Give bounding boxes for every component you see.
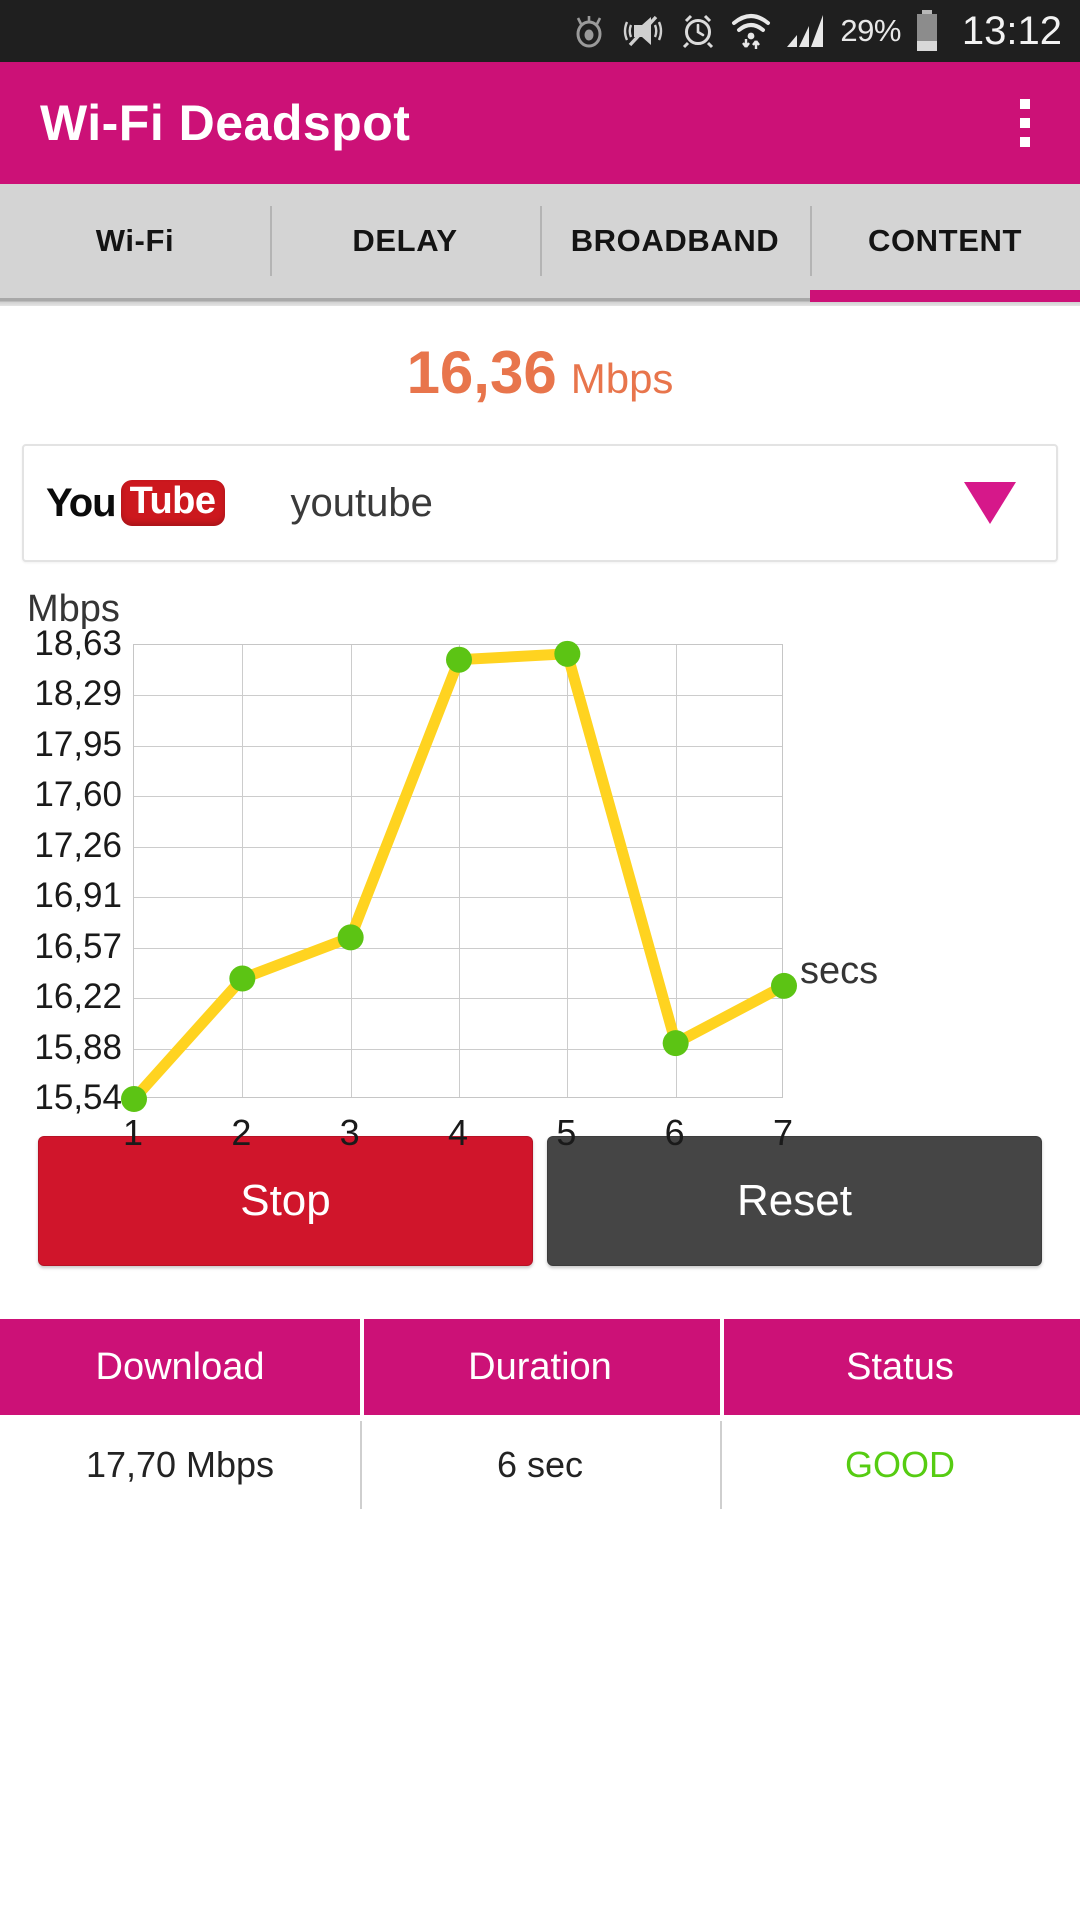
current-speed-readout: 16,36 Mbps [0, 338, 1080, 407]
chart-y-tick-label: 16,91 [34, 876, 122, 916]
app-title: Wi-Fi Deadspot [40, 95, 411, 151]
chart-data-point [121, 1086, 147, 1112]
chevron-down-icon[interactable] [964, 482, 1016, 524]
tab-label: DELAY [352, 223, 458, 258]
battery-icon [916, 10, 937, 51]
chart-y-tick-label: 15,88 [34, 1027, 122, 1067]
chart-data-point [554, 640, 581, 667]
stop-button[interactable]: Stop [38, 1136, 533, 1266]
column-header-download: Download [95, 1345, 265, 1388]
chart-y-tick-label: 15,54 [34, 1078, 122, 1117]
tab-broadband[interactable]: BROADBAND [540, 184, 810, 298]
chart-x-tick-label: 3 [339, 1112, 360, 1153]
chart-x-tick-label: 7 [772, 1112, 794, 1153]
speed-unit: Mbps [570, 355, 674, 402]
chart-x-tick-label: 5 [556, 1112, 577, 1153]
chart-y-tick-label: 17,26 [34, 825, 122, 865]
tab-wifi[interactable]: Wi-Fi [0, 184, 270, 298]
alarm-clock-icon [683, 14, 714, 49]
eye-icon [576, 16, 602, 48]
status-bar: 29% 13:12 [0, 0, 1080, 62]
content-source-selector[interactable]: You Tube youtube [22, 444, 1058, 562]
chart-plot-area [121, 640, 797, 1112]
chart-data-point [771, 972, 797, 999]
tab-bar[interactable]: Wi-Fi DELAY BROADBAND CONTENT [0, 184, 1080, 302]
chart-x-tick-label: 6 [664, 1112, 685, 1153]
tab-delay[interactable]: DELAY [270, 184, 540, 298]
chart-data-point [337, 924, 364, 951]
youtube-logo-tube: Tube [120, 480, 225, 526]
selected-source-label: youtube [290, 480, 433, 525]
status-clock: 13:12 [961, 8, 1062, 53]
chart-y-tick-label: 18,29 [34, 674, 122, 714]
signal-bars-icon [787, 15, 824, 47]
chart-data-point [662, 1030, 689, 1057]
chart-y-tick-label: 16,22 [34, 977, 122, 1017]
chart-x-tick-label: 2 [231, 1112, 252, 1153]
reset-button[interactable]: Reset [547, 1136, 1042, 1266]
tab-content[interactable]: CONTENT [810, 184, 1080, 302]
chart-x-tick-label: 1 [122, 1112, 144, 1153]
chart-x-tick-label: 4 [447, 1112, 469, 1153]
wifi-transfer-icon [732, 14, 771, 49]
tab-label: Wi-Fi [95, 223, 175, 258]
results-table: Download Duration Status 17,70 Mbps 6 se… [0, 1319, 1080, 1515]
value-status: GOOD [720, 1415, 1080, 1515]
chart-data-point [229, 965, 256, 992]
chart-y-tick-label: 17,60 [34, 775, 122, 815]
chart-y-ticks: 18,63 18,29 17,95 17,60 17,26 16,91 16,57 16,22… [0, 588, 122, 1117]
column-header-status: Status [720, 1319, 1080, 1415]
column-header-duration: Duration [360, 1319, 720, 1415]
chart-y-tick-label: 16,57 [34, 926, 122, 966]
results-value-row: 17,70 Mbps 6 sec GOOD [0, 1415, 1080, 1515]
vibrate-mute-icon [624, 15, 663, 47]
value-duration: 6 sec [360, 1415, 720, 1515]
youtube-logo-you: You [46, 481, 117, 525]
throughput-chart: Mbps secs 18,63 18,29 17,95 17,60 17,26 16,91… [0, 588, 1080, 1153]
action-bar: Wi-Fi Deadspot [0, 62, 1080, 184]
youtube-logo-icon: You Tube [46, 477, 225, 529]
chart-x-axis-label: secs [800, 950, 879, 992]
control-buttons: Stop Reset [38, 1136, 1042, 1266]
chart-y-tick-label: 17,95 [34, 724, 122, 764]
chart-series-line [128, 648, 790, 1105]
battery-percent-label: 29% [840, 13, 901, 48]
overflow-menu-icon[interactable] [1006, 91, 1044, 155]
tab-label: BROADBAND [570, 223, 780, 258]
tab-label: CONTENT [867, 223, 1023, 258]
chart-y-tick-label: 18,63 [34, 624, 122, 663]
chart-data-point [446, 646, 472, 673]
value-download: 17,70 Mbps [85, 1444, 275, 1485]
speed-value: 16,36 [406, 339, 557, 406]
results-header-row: Download Duration Status [0, 1319, 1080, 1415]
